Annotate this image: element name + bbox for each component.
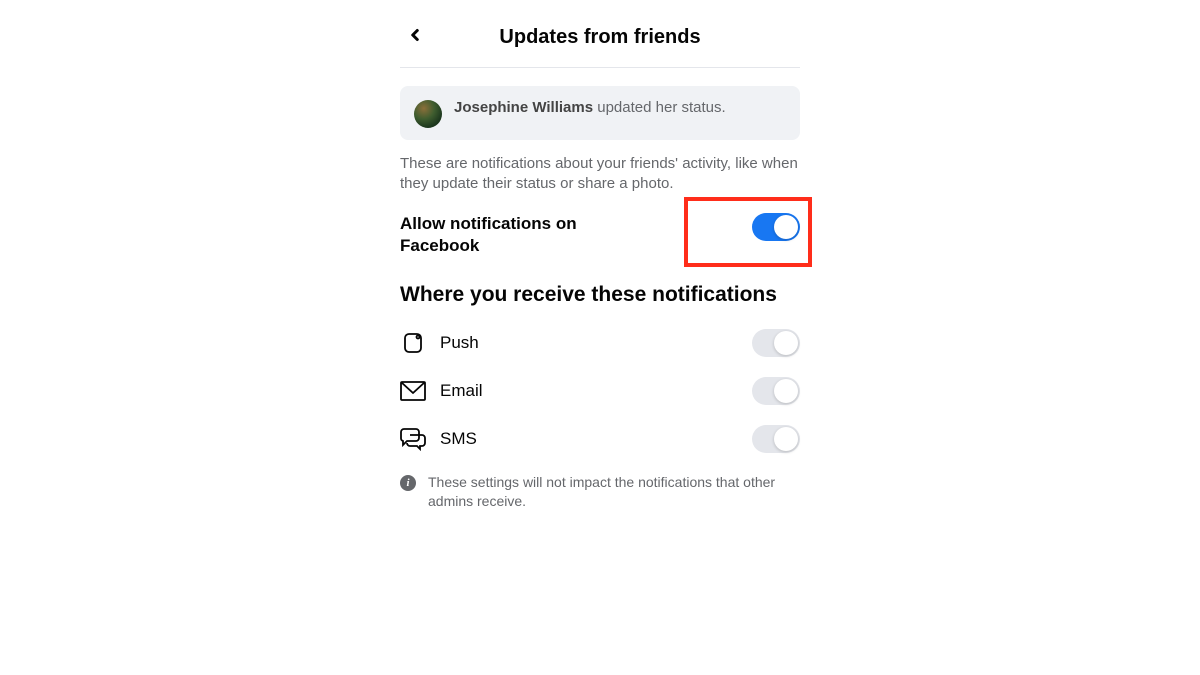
header: Updates from friends — [400, 18, 800, 68]
channel-label: SMS — [440, 429, 738, 449]
email-toggle[interactable] — [752, 377, 800, 405]
preview-action: updated her status. — [593, 99, 726, 116]
description: These are notifications about your frien… — [400, 154, 800, 195]
channel-sms: SMS — [400, 425, 800, 453]
channel-email: Email — [400, 377, 800, 405]
allow-notifications-row: Allow notifications on Facebook — [400, 213, 800, 259]
channel-label: Push — [440, 333, 738, 353]
sms-toggle[interactable] — [752, 425, 800, 453]
info-text: These settings will not impact the notif… — [428, 473, 800, 511]
notification-preview: Josephine Williams updated her status. — [400, 86, 800, 140]
channel-push: Push — [400, 329, 800, 357]
sms-icon — [400, 426, 426, 452]
channel-label: Email — [440, 381, 738, 401]
preview-name: Josephine Williams — [454, 99, 593, 116]
info-note: i These settings will not impact the not… — [400, 473, 800, 511]
page-title: Updates from friends — [400, 26, 800, 49]
avatar — [414, 100, 442, 128]
email-icon — [400, 378, 426, 404]
push-icon — [400, 330, 426, 356]
push-toggle[interactable] — [752, 329, 800, 357]
preview-text: Josephine Williams updated her status. — [454, 98, 726, 118]
allow-notifications-label: Allow notifications on Facebook — [400, 213, 600, 259]
back-icon[interactable] — [406, 26, 424, 48]
allow-notifications-toggle[interactable] — [752, 213, 800, 241]
channels-heading: Where you receive these notifications — [400, 282, 800, 308]
info-icon: i — [400, 475, 416, 491]
